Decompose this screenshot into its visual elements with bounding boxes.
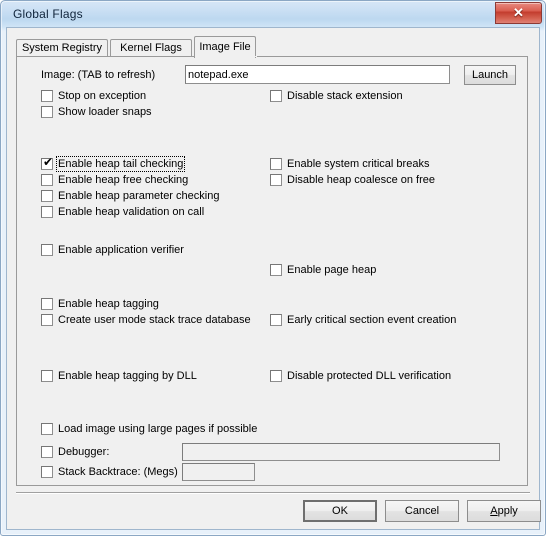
debugger-input[interactable] [182,443,500,461]
check-mark-icon: ✔ [43,155,54,169]
checkbox-label: Early critical section event creation [287,314,457,326]
checkbox-label: Enable heap tagging [58,298,159,310]
checkbox-label: Enable heap tail checking [55,156,186,172]
cancel-button[interactable]: Cancel [385,500,459,522]
checkbox-box [41,206,53,218]
checkbox-box [41,423,53,435]
checkbox-label: Enable application verifier [58,244,184,256]
checkbox-box [41,298,53,310]
checkbox-label: Enable heap tagging by DLL [58,370,197,382]
checkbox-box [270,90,282,102]
close-icon: ✕ [513,5,524,20]
checkbox-label: Enable page heap [287,264,377,276]
checkbox-box [270,264,282,276]
stack-backtrace-label: Stack Backtrace: (Megs) [58,466,178,478]
checkbox-label: Create user mode stack trace database [58,314,251,326]
checkbox-box [41,106,53,118]
launch-button[interactable]: Launch [464,65,516,85]
button-bar-separator [16,492,530,494]
checkbox-box [41,244,53,256]
image-file-tab-panel: Image: (TAB to refresh) Launch Stop on e… [16,56,528,486]
debugger-label: Debugger: [58,446,110,458]
ok-button[interactable]: OK [303,500,377,522]
tab-strip: System Registry Kernel Flags Image File [16,36,528,58]
checkbox-box [41,90,53,102]
checkbox-box [270,370,282,382]
checkbox-label: Disable protected DLL verification [287,370,452,382]
checkbox-label: Stop on exception [58,90,147,102]
stack-backtrace-input[interactable] [182,463,255,481]
checkbox-box [41,466,53,478]
window-title: Global Flags [13,7,83,21]
checkbox-label: Enable heap free checking [58,174,189,186]
checkbox-box [41,190,53,202]
tab-kernel-flags[interactable]: Kernel Flags [110,39,192,57]
checkbox-label: Disable stack extension [287,90,403,102]
apply-button[interactable]: Apply [467,500,541,522]
image-label: Image: (TAB to refresh) [41,69,156,81]
image-input[interactable] [185,65,450,84]
tab-image-file[interactable]: Image File [194,36,256,58]
checkbox-label: Enable heap parameter checking [58,190,220,202]
checkbox-box [41,174,53,186]
dialog-client-area: System Registry Kernel Flags Image File Im… [6,27,541,530]
checkbox-box [270,158,282,170]
checkbox-box [41,314,53,326]
tab-panel-mask [195,56,257,57]
tab-system-registry[interactable]: System Registry [16,39,108,57]
close-button[interactable]: ✕ [495,2,542,24]
checkbox-box [41,446,53,458]
checkbox-label: Load image using large pages if possible [58,423,258,435]
checkbox-box [270,314,282,326]
checkbox-label: Enable heap validation on call [58,206,205,218]
checkbox-label: Enable system critical breaks [287,158,430,170]
title-bar[interactable]: Global Flags ✕ [1,1,545,30]
checkbox-label: Disable heap coalesce on free [287,174,435,186]
checkbox-box [41,370,53,382]
apply-rest-letters: pply [497,505,518,517]
checkbox-box [270,174,282,186]
global-flags-window: Global Flags ✕ System Registry Kernel Fla… [0,0,546,536]
checkbox-checked-icon: ✔ [41,155,54,170]
apply-accel-letter: A [490,505,498,517]
checkbox-label: Show loader snaps [58,106,152,118]
